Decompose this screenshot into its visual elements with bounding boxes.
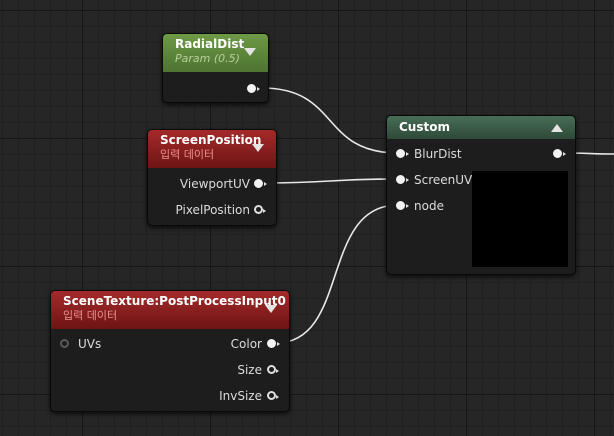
- invsize-output-pin[interactable]: [267, 391, 279, 400]
- screenuv-input-pin[interactable]: [396, 175, 409, 184]
- radialdist-node[interactable]: RadialDist Param (0.5): [162, 33, 269, 103]
- screenposition-subtitle: 입력 데이터: [160, 148, 215, 161]
- scenetexture-title: SceneTexture:PostProcessInput0: [63, 294, 286, 308]
- collapse-arrow-icon[interactable]: [244, 48, 256, 56]
- scenetexture-subtitle: 입력 데이터: [63, 309, 118, 322]
- color-label: Color: [230, 337, 262, 351]
- screenposition-node[interactable]: ScreenPosition 입력 데이터 ViewportUV PixelPo…: [147, 129, 277, 226]
- viewportuv-output-pin[interactable]: [254, 179, 267, 188]
- viewportuv-label: ViewportUV: [179, 177, 250, 191]
- radialdist-output-pin[interactable]: [247, 84, 260, 93]
- collapse-arrow-icon[interactable]: [551, 124, 563, 132]
- screenuv-label: ScreenUV: [414, 173, 473, 187]
- screenposition-header[interactable]: ScreenPosition 입력 데이터: [148, 130, 276, 168]
- uvs-input-pin[interactable]: [60, 339, 69, 348]
- custom-header[interactable]: Custom: [387, 116, 575, 139]
- scenetexture-header[interactable]: SceneTexture:PostProcessInput0 입력 데이터: [51, 291, 289, 329]
- blurdist-input-pin[interactable]: [396, 149, 409, 158]
- pixelposition-output-pin[interactable]: [254, 205, 266, 214]
- pixelposition-label: PixelPosition: [175, 203, 250, 217]
- custom-title: Custom: [399, 120, 450, 134]
- invsize-label: InvSize: [219, 389, 262, 403]
- color-output-pin[interactable]: [267, 339, 280, 348]
- radialdist-header[interactable]: RadialDist Param (0.5): [163, 34, 268, 72]
- collapse-arrow-icon[interactable]: [265, 305, 277, 313]
- custom-output-pin[interactable]: [553, 149, 566, 158]
- blurdist-label: BlurDist: [414, 147, 462, 161]
- node-label: node: [414, 199, 444, 213]
- size-label: Size: [237, 363, 262, 377]
- wire-color-to-node: [275, 204, 399, 344]
- node-input-pin[interactable]: [396, 201, 409, 210]
- collapse-arrow-icon[interactable]: [252, 144, 264, 152]
- screenposition-title: ScreenPosition: [160, 133, 262, 147]
- size-output-pin[interactable]: [267, 365, 279, 374]
- wire-radialdist-to-blurdist: [261, 87, 399, 154]
- uvs-label: UVs: [78, 337, 102, 351]
- custom-node[interactable]: Custom BlurDist ScreenUV node: [386, 115, 576, 275]
- custom-preview: [472, 171, 568, 267]
- wire-viewportuv-to-screenuv: [261, 178, 399, 184]
- scenetexture-node[interactable]: SceneTexture:PostProcessInput0 입력 데이터 UV…: [50, 290, 290, 412]
